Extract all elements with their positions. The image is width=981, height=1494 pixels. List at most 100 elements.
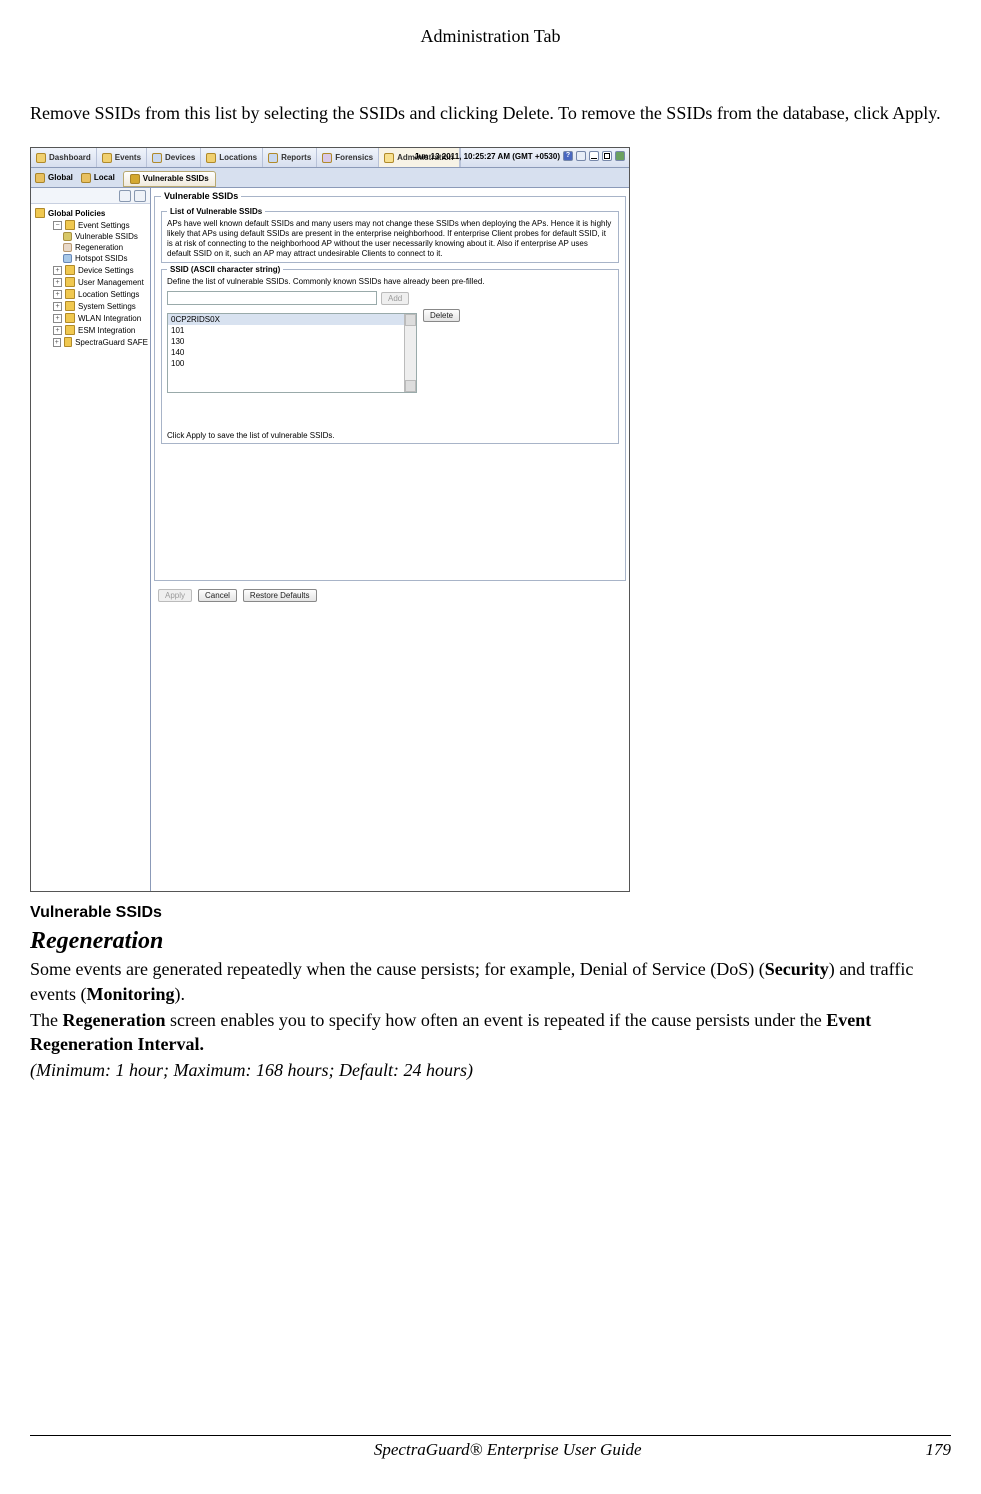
tree-wlan-integration[interactable]: + WLAN Integration xyxy=(33,312,148,324)
scope-label: Local xyxy=(94,173,115,182)
tab-forensics[interactable]: Forensics xyxy=(317,148,379,167)
scope-row: Global Local Vulnerable SSIDs xyxy=(31,168,629,188)
tree-label: Vulnerable SSIDs xyxy=(75,232,138,241)
folder-icon xyxy=(64,337,72,347)
page-header: Administration Tab xyxy=(0,0,981,47)
locations-icon xyxy=(206,153,216,163)
ssid-input-section: SSID (ASCII character string) Define the… xyxy=(161,265,619,444)
events-icon xyxy=(102,153,112,163)
expand-icon[interactable]: + xyxy=(53,302,62,311)
tree-esm-integration[interactable]: + ESM Integration xyxy=(33,324,148,336)
devices-icon xyxy=(152,153,162,163)
scope-local[interactable]: Local xyxy=(81,173,115,183)
tree-label: ESM Integration xyxy=(78,326,135,335)
sidebar-toolbar xyxy=(31,188,150,204)
footer-spacer xyxy=(30,1440,90,1460)
tree-hotspot-ssids[interactable]: Hotspot SSIDs xyxy=(33,253,148,264)
tab-label: Reports xyxy=(281,153,311,162)
list-item[interactable]: 101 xyxy=(168,325,416,336)
list-item[interactable]: 100 xyxy=(168,358,416,369)
folder-icon xyxy=(65,313,75,323)
tab-reports[interactable]: Reports xyxy=(263,148,317,167)
cancel-button[interactable]: Cancel xyxy=(198,589,237,602)
section-heading: Regeneration xyxy=(30,928,951,955)
delete-button[interactable]: Delete xyxy=(423,309,460,322)
paragraph-3: (Minimum: 1 hour; Maximum: 168 hours; De… xyxy=(30,1058,951,1082)
folder-icon xyxy=(35,208,45,218)
tree-location-settings[interactable]: + Location Settings xyxy=(33,288,148,300)
tab-dashboard[interactable]: Dashboard xyxy=(31,148,97,167)
tree-event-settings[interactable]: − Event Settings xyxy=(33,219,148,231)
tree-user-management[interactable]: + User Management xyxy=(33,276,148,288)
expand-icon[interactable]: + xyxy=(53,326,62,335)
maximize-icon[interactable] xyxy=(602,151,612,161)
save-hint: Click Apply to save the list of vulnerab… xyxy=(167,431,613,440)
scope-global[interactable]: Global xyxy=(35,173,73,183)
paragraph-1: Some events are generated repeatedly whe… xyxy=(30,957,951,1006)
list-item[interactable]: 0CP2RIDS0X xyxy=(168,314,416,325)
tree-system-settings[interactable]: + System Settings xyxy=(33,300,148,312)
regeneration-icon xyxy=(63,243,72,252)
tree-label: Location Settings xyxy=(78,290,139,299)
tree-spectraguard-safe[interactable]: + SpectraGuard SAFE xyxy=(33,336,148,348)
nav-tree: Global Policies − Event Settings Vulnera… xyxy=(31,204,150,351)
collapse-all-icon[interactable] xyxy=(134,190,146,202)
add-button[interactable]: Add xyxy=(381,292,409,305)
reports-icon xyxy=(268,153,278,163)
text-run: Some events are generated repeatedly whe… xyxy=(30,959,765,979)
expand-icon[interactable]: + xyxy=(53,278,62,287)
tab-label: Events xyxy=(115,153,141,162)
tree-regeneration[interactable]: Regeneration xyxy=(33,242,148,253)
scrollbar[interactable] xyxy=(404,314,416,392)
grid-icon[interactable] xyxy=(576,151,586,161)
folder-icon xyxy=(65,265,75,275)
list-item[interactable]: 140 xyxy=(168,347,416,358)
tab-locations[interactable]: Locations xyxy=(201,148,263,167)
italic-run: (Minimum: 1 hour; Maximum: 168 hours; De… xyxy=(30,1060,473,1080)
bold-run: Monitoring xyxy=(86,984,174,1004)
hotspot-icon xyxy=(63,254,72,263)
bold-run: Regeneration xyxy=(62,1010,165,1030)
bold-run: Security xyxy=(765,959,829,979)
folder-icon xyxy=(65,289,75,299)
expand-icon[interactable]: + xyxy=(53,266,62,275)
tab-devices[interactable]: Devices xyxy=(147,148,201,167)
figure-caption: Vulnerable SSIDs xyxy=(30,904,951,922)
list-item[interactable]: 130 xyxy=(168,336,416,347)
tab-events[interactable]: Events xyxy=(97,148,147,167)
ssid-listbox[interactable]: 0CP2RIDS0X 101 130 140 100 xyxy=(167,313,417,393)
apply-button[interactable]: Apply xyxy=(158,589,192,602)
restore-defaults-button[interactable]: Restore Defaults xyxy=(243,589,317,602)
tree-label: Event Settings xyxy=(78,221,130,230)
text-run: ). xyxy=(174,984,185,1004)
expand-icon[interactable]: + xyxy=(53,338,61,347)
active-scope-tab[interactable]: Vulnerable SSIDs xyxy=(123,171,216,187)
tree-label: Global Policies xyxy=(48,209,105,218)
global-icon xyxy=(35,173,45,183)
folder-icon xyxy=(65,277,75,287)
content-area: Vulnerable SSIDs List of Vulnerable SSID… xyxy=(151,188,629,891)
expand-all-icon[interactable] xyxy=(119,190,131,202)
local-icon xyxy=(81,173,91,183)
collapse-icon[interactable]: − xyxy=(53,221,62,230)
tab-label: Devices xyxy=(165,153,195,162)
footer-title: SpectraGuard® Enterprise User Guide xyxy=(90,1440,926,1460)
expand-icon[interactable]: + xyxy=(53,290,62,299)
tree-label: Regeneration xyxy=(75,243,123,252)
folder-icon xyxy=(65,301,75,311)
vulnerable-ssids-panel: Vulnerable SSIDs List of Vulnerable SSID… xyxy=(154,191,626,581)
help-icon[interactable]: ? xyxy=(563,151,573,161)
minimize-icon[interactable] xyxy=(589,151,599,161)
tree-label: User Management xyxy=(78,278,144,287)
text-run: screen enables you to specify how often … xyxy=(165,1010,826,1030)
ssid-input[interactable] xyxy=(167,291,377,305)
tree-vulnerable-ssids[interactable]: Vulnerable SSIDs xyxy=(33,231,148,242)
page-footer: SpectraGuard® Enterprise User Guide 179 xyxy=(30,1435,951,1460)
list-section: List of Vulnerable SSIDs APs have well k… xyxy=(161,207,619,263)
resize-icon[interactable] xyxy=(615,151,625,161)
timestamp-bar: Jun 13 2011, 10:25:27 AM (GMT +0530) ? xyxy=(414,151,625,161)
expand-icon[interactable]: + xyxy=(53,314,62,323)
add-row: Add xyxy=(167,291,613,305)
tree-device-settings[interactable]: + Device Settings xyxy=(33,264,148,276)
tree-root[interactable]: Global Policies xyxy=(33,207,148,219)
